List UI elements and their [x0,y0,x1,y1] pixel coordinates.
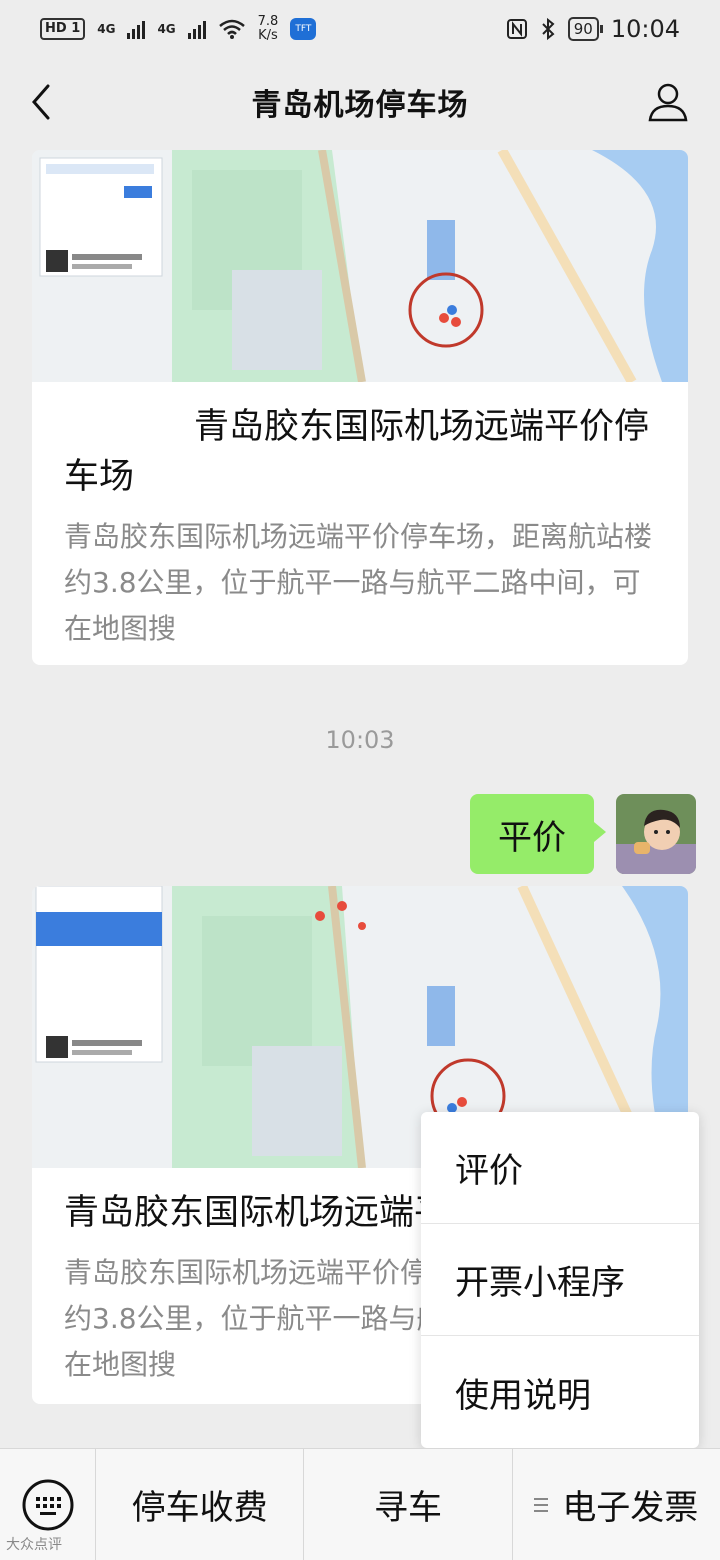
message-timestamp: 10:03 [325,726,395,754]
network-badge-1: 4G [97,22,116,36]
profile-icon[interactable] [646,80,690,124]
menu-label: 寻车 [373,1488,442,1528]
link-card-1[interactable]: 青岛胶东国际机场远端平价停车场 青岛胶东国际机场远端平价停车场，距离航站楼约3.… [32,150,688,665]
app-notification-icon: TFT [290,18,317,40]
hd-badge: HD 1 [40,18,86,40]
submenu-icon [534,1497,549,1512]
back-arrow-icon[interactable] [22,82,62,122]
battery-indicator: 90 [567,17,603,41]
card-title: 青岛胶东国际机场远端平价停车场 [64,407,650,497]
network-speed: 7.8 K/s [257,14,279,43]
map-image [32,150,688,382]
card-description: 青岛胶东国际机场远端平价停车场，距离航站楼约3.8公里，位于航平一路与航平二路中… [64,520,653,645]
status-right: 90 10:04 [506,15,680,43]
wifi-icon [218,19,245,39]
outgoing-message-bubble[interactable]: 平价 [470,794,606,874]
bluetooth-icon [542,17,555,41]
status-time: 10:04 [610,15,680,43]
nfc-icon [506,19,527,39]
popup-item-review[interactable]: 评价 [421,1112,699,1224]
avatar[interactable] [616,794,696,874]
bottom-menu-bar: 停车收费 寻车 电子发票 [0,1448,720,1560]
signal-icon-1 [127,19,146,39]
card-1-text: 青岛胶东国际机场远端平价停车场 青岛胶东国际机场远端平价停车场，距离航站楼约3.… [32,382,688,652]
status-bar: HD 1 4G 4G 7.8 K/s TFT 90 10:04 [0,0,720,58]
popup-item-instructions[interactable]: 使用说明 [421,1336,699,1448]
avatar-image [616,794,696,874]
popup-item-invoice-miniprogram[interactable]: 开票小程序 [421,1224,699,1336]
title-bar: 青岛机场停车场 [0,58,720,146]
menu-find-car[interactable]: 寻车 [304,1449,513,1560]
signal-icon-2 [187,19,206,39]
watermark: 大众点评 [6,1537,62,1553]
popup-menu: 评价 开票小程序 使用说明 [421,1112,699,1448]
map-thumbnail [32,150,688,382]
menu-label: 停车收费 [131,1488,268,1528]
menu-e-invoice[interactable]: 电子发票 [513,1449,720,1560]
menu-label: 电子发票 [562,1488,699,1528]
menu-parking-fee[interactable]: 停车收费 [96,1449,305,1560]
page-title: 青岛机场停车场 [251,88,469,123]
status-left: HD 1 4G 4G 7.8 K/s TFT [40,14,317,43]
keyboard-icon [22,1479,73,1531]
network-badge-2: 4G [157,22,176,36]
